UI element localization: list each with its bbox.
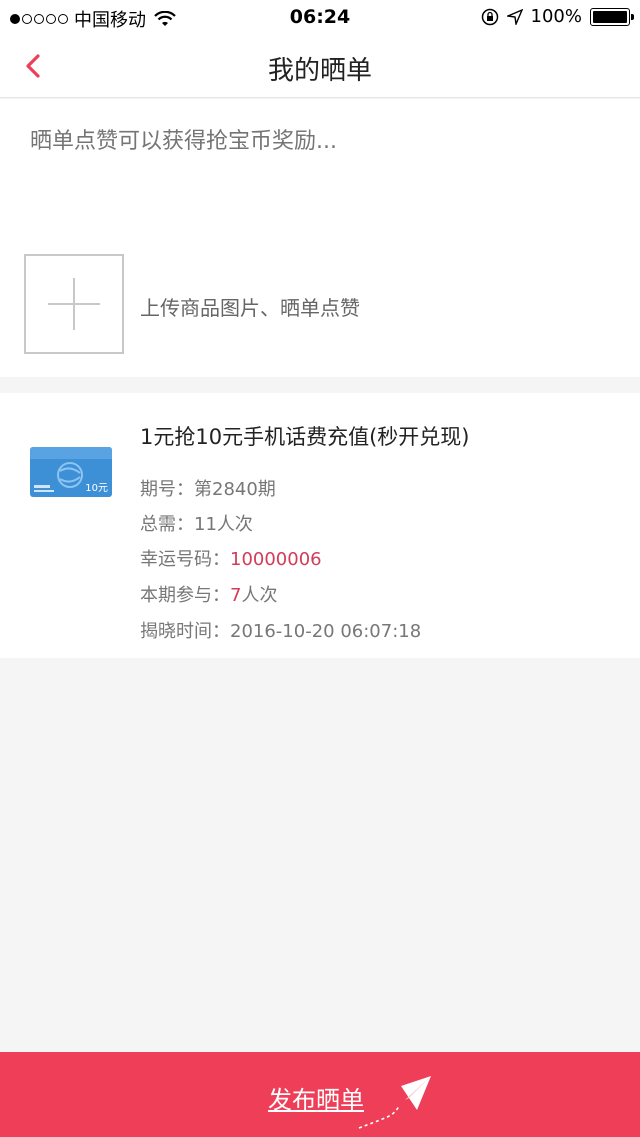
info-label: 总需： <box>140 514 194 535</box>
info-row-participation: 本期参与：7人次 <box>140 581 277 607</box>
info-row-reveal-time: 揭晓时间：2016-10-20 06:07:18 <box>140 617 421 643</box>
info-row-issue: 期号：第2840期 <box>140 475 276 501</box>
nav-bar: 我的晒单 <box>0 34 640 98</box>
info-row-lucky-number: 幸运号码：10000006 <box>140 545 322 571</box>
status-right: 100% <box>481 6 634 27</box>
info-value: 11人次 <box>194 514 253 535</box>
battery-percent: 100% <box>530 6 582 27</box>
product-card: 10元 1元抢10元手机话费充值(秒开兑现) 期号：第2840期 总需：11人次… <box>0 393 640 658</box>
info-row-total: 总需：11人次 <box>140 510 253 536</box>
plus-icon <box>48 278 100 330</box>
publish-button[interactable]: 发布晒单 <box>0 1052 640 1137</box>
paper-plane-icon <box>358 1076 431 1129</box>
page-title: 我的晒单 <box>267 56 372 86</box>
product-image: 10元 <box>30 447 112 497</box>
info-value: 第2840期 <box>194 479 276 500</box>
info-label: 揭晓时间： <box>140 621 230 642</box>
info-value: 10000006 <box>230 549 322 570</box>
orientation-lock-icon <box>481 8 498 25</box>
publish-label: 发布晒单 <box>268 1086 364 1114</box>
info-value: 2016-10-20 06:07:18 <box>230 621 422 642</box>
compose-section: 上传商品图片、晒单点赞 <box>0 99 640 377</box>
battery-icon <box>590 7 634 26</box>
info-suffix: 人次 <box>241 585 278 606</box>
upload-image-button[interactable] <box>24 254 124 354</box>
info-label: 本期参与： <box>140 585 230 606</box>
info-label: 期号： <box>140 479 194 500</box>
card-price: 10元 <box>85 483 108 494</box>
info-label: 幸运号码： <box>140 549 230 570</box>
product-title: 1元抢10元手机话费充值(秒开兑现) <box>140 425 470 449</box>
upload-label: 上传商品图片、晒单点赞 <box>140 296 360 320</box>
status-bar: 中国移动 06:24 100% <box>0 0 640 34</box>
review-text-input[interactable] <box>30 123 610 253</box>
info-value: 7 <box>230 585 242 606</box>
location-icon <box>506 8 523 25</box>
